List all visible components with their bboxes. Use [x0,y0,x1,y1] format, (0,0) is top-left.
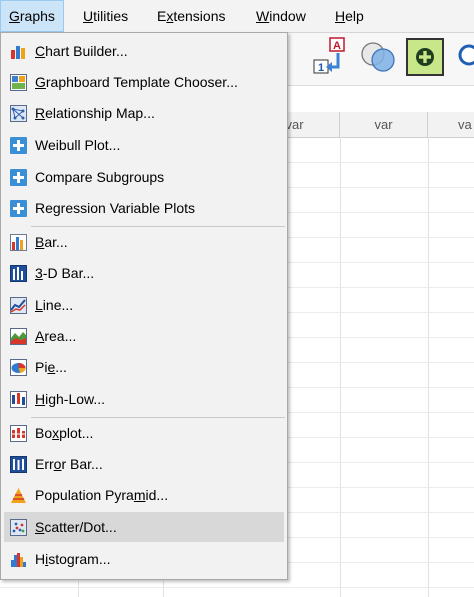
boxplot-icon [10,425,27,442]
search-icon[interactable] [455,40,474,76]
column-header[interactable]: var [340,112,428,137]
graphs-dropdown-menu: Chart Builder... Graphboard Template Cho… [0,32,288,580]
menu-item-line[interactable]: Line... [4,290,284,320]
menu-extensions[interactable]: Extensions [149,0,234,32]
menu-item-high-low[interactable]: High-Low... [4,384,284,414]
scatter-dot-icon [10,519,27,536]
svg-text:1: 1 [318,62,324,74]
venn-icon[interactable] [358,37,398,77]
insert-cases-icon[interactable]: A 1 [312,37,352,77]
menu-item-chart-builder[interactable]: Chart Builder... [4,36,284,66]
menu-graphs[interactable]: Graphs [0,0,64,32]
menu-item-3d-bar[interactable]: 3-D Bar... [4,258,284,288]
menu-help[interactable]: Help [327,0,372,32]
menu-item-pie[interactable]: Pie... [4,352,284,382]
error-bar-icon [10,456,27,473]
menu-item-error-bar[interactable]: Error Bar... [4,449,284,479]
menu-item-boxplot[interactable]: Boxplot... [4,418,284,448]
column-divider [428,137,429,597]
chart-builder-icon [11,46,25,59]
menu-item-weibull-plot[interactable]: Weibull Plot... [4,130,284,160]
pie-chart-icon [10,359,27,376]
graphboard-icon [10,74,27,91]
menu-item-histogram[interactable]: Histogram... [4,544,284,574]
column-divider [340,137,341,597]
bar-chart-icon [10,234,27,251]
menu-item-relationship-map[interactable]: Relationship Map... [4,98,284,128]
menu-item-bar[interactable]: Bar... [4,227,284,257]
high-low-chart-icon [10,391,27,408]
menu-item-area[interactable]: Area... [4,321,284,351]
menu-item-graphboard-template-chooser[interactable]: Graphboard Template Chooser... [4,67,284,97]
svg-text:A: A [333,40,341,52]
menu-utilities[interactable]: Utilities [75,0,136,32]
menu-item-compare-subgroups[interactable]: Compare Subgroups [4,162,284,192]
plus-icon [10,137,27,154]
column-header[interactable]: va [428,112,474,137]
line-chart-icon [10,297,27,314]
population-pyramid-icon [11,488,26,503]
column-divider [78,581,79,597]
add-variable-button[interactable] [406,38,444,76]
area-chart-icon [10,328,27,345]
histogram-icon [11,553,26,567]
plus-icon [10,169,27,186]
menu-item-regression-variable-plots[interactable]: Regression Variable Plots [4,193,284,223]
plus-circle-icon [416,48,434,66]
3d-bar-chart-icon [10,265,27,282]
row-divider [0,587,474,588]
menu-window[interactable]: Window [248,0,314,32]
menu-bar: Graphs Utilities Extensions Window Help [0,0,474,33]
menu-item-population-pyramid[interactable]: Population Pyramid... [4,480,284,510]
plus-icon [10,200,27,217]
menu-item-scatter-dot[interactable]: Scatter/Dot... [4,512,284,542]
relationship-map-icon [10,105,27,122]
column-divider [163,581,164,597]
